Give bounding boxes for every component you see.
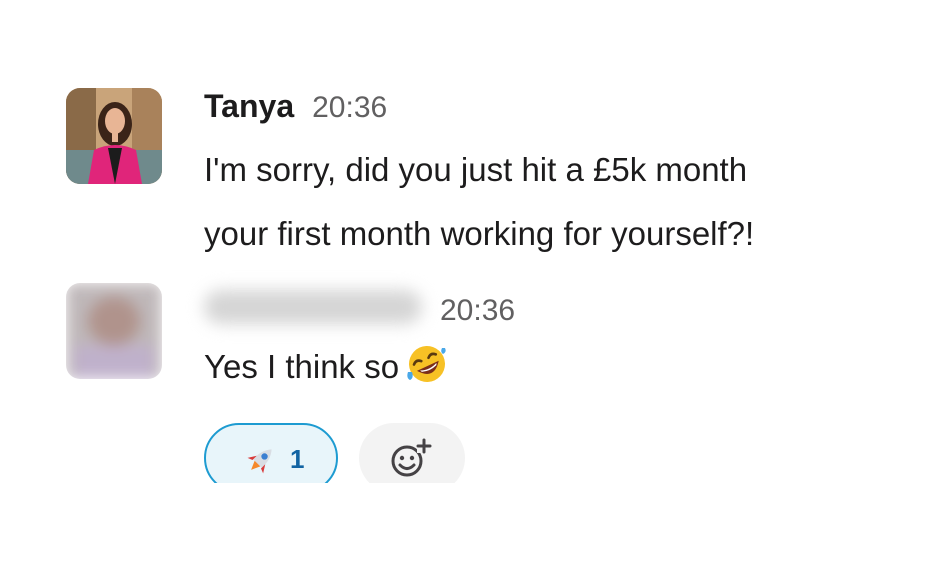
reaction-rocket[interactable]: 1: [204, 423, 338, 483]
message-header: Tanya 20:36: [204, 88, 904, 132]
message-timestamp[interactable]: 20:36: [312, 91, 387, 125]
rocket-icon: [244, 443, 278, 477]
message-text: I'm sorry, did you just hit a £5k month …: [204, 138, 904, 266]
message-pane: Tanya 20:36 I'm sorry, did you just hit …: [0, 0, 940, 568]
message-text-line: your first month working for yourself?!: [204, 215, 755, 252]
message-text-line: I'm sorry, did you just hit a £5k month: [204, 151, 748, 188]
message-timestamp[interactable]: 20:36: [440, 294, 515, 328]
sender-name[interactable]: Tanya: [204, 88, 294, 125]
avatar-photo: [66, 283, 162, 379]
reactions-bar: 1: [204, 423, 604, 483]
message-content: Tanya 20:36 I'm sorry, did you just hit …: [204, 88, 904, 266]
sender-name-redacted: [204, 290, 422, 324]
rolling-on-floor-laughing-icon: [405, 342, 449, 386]
message-text-line: Yes I think so: [204, 348, 400, 385]
avatar-blurred[interactable]: [66, 283, 162, 379]
avatar-photo: [66, 88, 162, 184]
add-reaction-icon: [391, 438, 432, 477]
avatar[interactable]: [66, 88, 162, 184]
reaction-count: 1: [290, 444, 305, 474]
add-reaction-button[interactable]: [359, 423, 465, 483]
message-text: Yes I think so: [204, 339, 904, 395]
message-header: 20:36: [204, 283, 904, 339]
message-content: 20:36 Yes I think so: [204, 283, 904, 395]
